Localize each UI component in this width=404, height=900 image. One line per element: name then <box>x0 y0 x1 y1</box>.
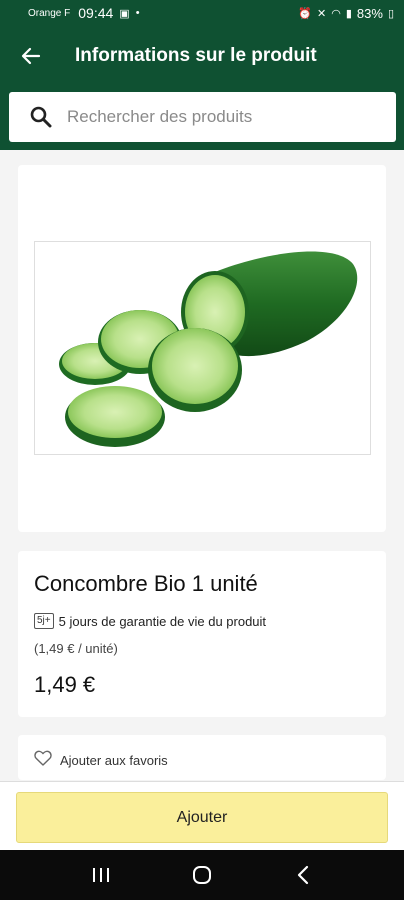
unit-price: (1,49 € / unité) <box>34 641 118 656</box>
favorites-card: Ajouter aux favoris <box>18 735 386 780</box>
mute-icon: ✕ <box>317 7 327 20</box>
battery-icon: ▯ <box>387 7 394 20</box>
product-price: 1,49 € <box>34 672 96 697</box>
dot-notification-icon: • <box>135 7 140 19</box>
product-image-card <box>18 165 386 532</box>
guarantee-text: 5 jours de garantie de vie du produit <box>58 613 267 629</box>
status-indicators: ⏰ ✕ ◠ ▮ 83% ▯ <box>298 6 394 21</box>
wifi-icon: ◠ <box>331 7 341 20</box>
carrier-name: Orange F <box>28 7 71 19</box>
product-name: Concombre Bio 1 unité <box>34 571 258 596</box>
alarm-icon: ⏰ <box>298 7 313 20</box>
favorites-label: Ajouter aux favoris <box>60 753 168 768</box>
battery-level: 83% <box>356 5 383 21</box>
product-info-card: Concombre Bio 1 unité 5j+ 5 jours de gar… <box>18 551 386 717</box>
home-icon[interactable] <box>182 855 222 895</box>
guarantee-badge: 5j+ <box>34 613 54 629</box>
bottom-action-bar: Ajouter <box>0 781 404 850</box>
search-section <box>0 86 404 150</box>
search-icon <box>29 104 55 130</box>
app-bar: Informations sur le produit <box>0 26 404 86</box>
signal-icon: ▮ <box>345 7 352 20</box>
status-bar: Orange F 09:44 ▣ • ⏰ ✕ ◠ ▮ 83% ▯ <box>0 0 404 26</box>
gallery-notification-icon: ▣ <box>119 7 130 20</box>
guarantee-row: 5j+ 5 jours de garantie de vie du produi… <box>34 613 266 629</box>
system-nav-bar <box>0 850 404 900</box>
search-input[interactable] <box>67 107 367 127</box>
product-image[interactable] <box>34 241 371 455</box>
cucumber-illustration <box>59 251 358 447</box>
page-title: Informations sur le produit <box>75 45 317 66</box>
recents-icon[interactable] <box>81 855 121 895</box>
add-to-cart-button[interactable]: Ajouter <box>16 792 388 843</box>
search-bar[interactable] <box>9 92 396 142</box>
status-time: 09:44 <box>78 5 114 21</box>
add-to-favorites[interactable]: Ajouter aux favoris <box>34 750 168 771</box>
nav-back-icon[interactable] <box>283 855 323 895</box>
heart-outline-icon <box>34 750 52 771</box>
arrow-left-icon[interactable] <box>11 36 51 76</box>
